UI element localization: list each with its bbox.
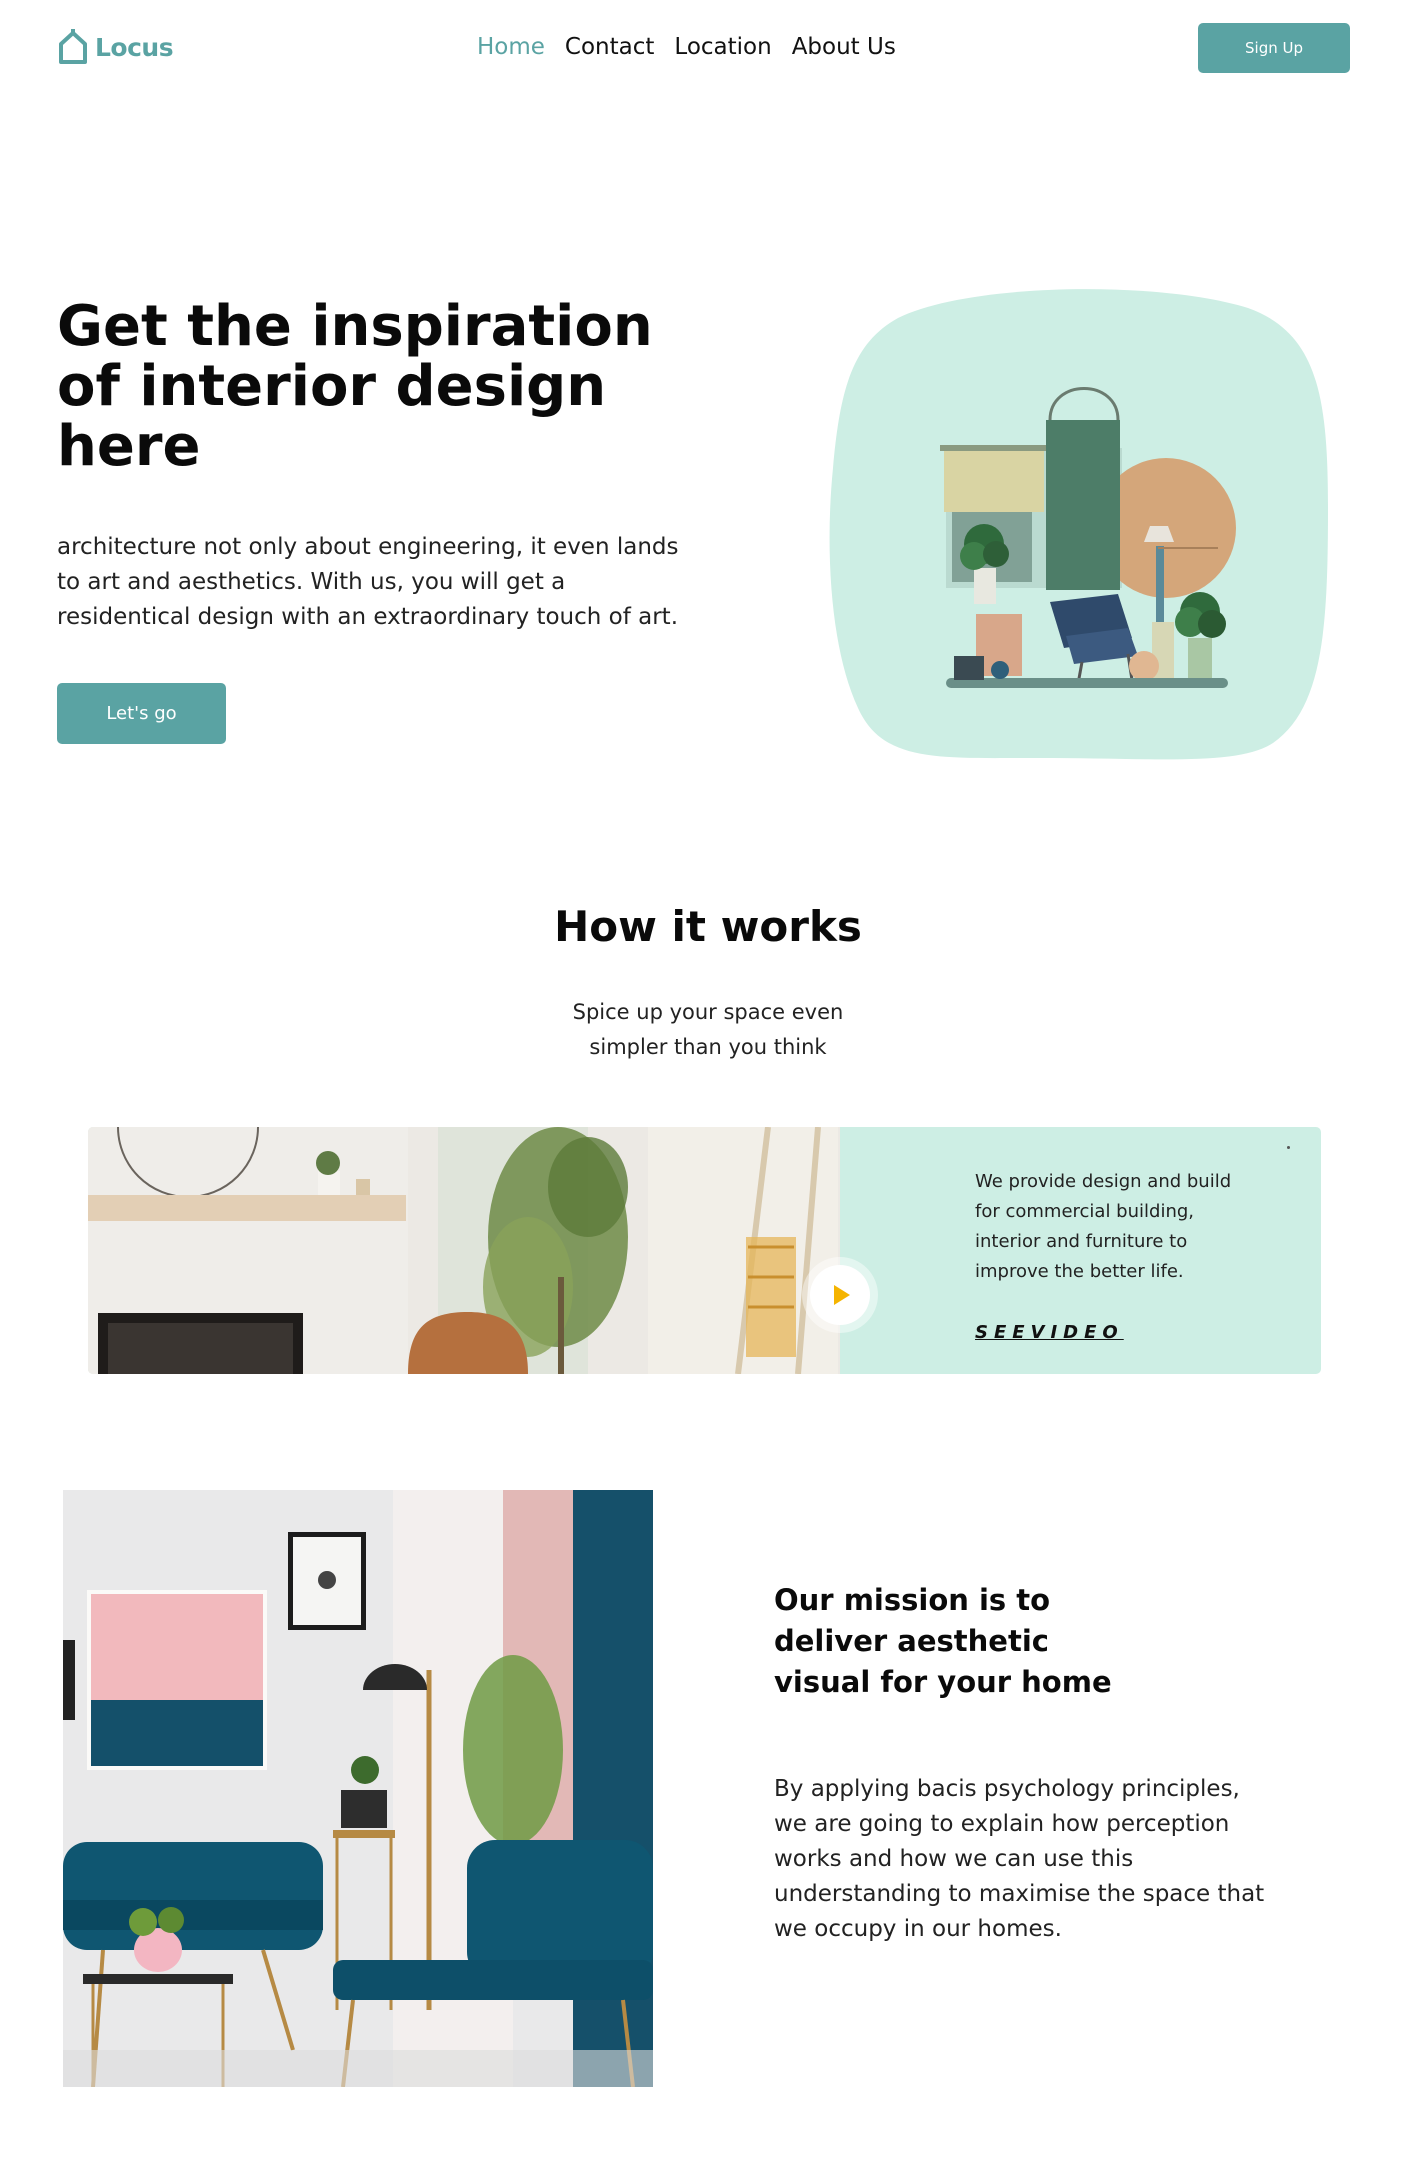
decorative-dot [1287, 1146, 1290, 1149]
sign-up-button[interactable]: Sign Up [1198, 23, 1350, 73]
mission-photo [63, 1490, 653, 2087]
logo[interactable]: Locus [57, 28, 174, 66]
nav-link-contact[interactable]: Contact [565, 34, 654, 60]
section-title-how-it-works: How it works [554, 902, 862, 951]
logo-text: Locus [95, 32, 174, 62]
play-icon [834, 1285, 850, 1305]
nav-link-location[interactable]: Location [674, 34, 771, 60]
section-subtitle: Spice up your space even simpler than yo… [572, 1000, 844, 1059]
hero-title: Get the inspiration of interior design h… [57, 294, 653, 479]
main-menu: Home Contact Location About Us [477, 34, 896, 60]
hero-illustration [829, 289, 1328, 760]
see-video-link[interactable]: SEEVIDEO [975, 1322, 1124, 1343]
living-room-photo [88, 1127, 840, 1374]
lets-go-button[interactable]: Let's go [57, 683, 226, 744]
play-video-button[interactable] [810, 1265, 870, 1325]
house-icon [59, 29, 87, 64]
video-card-description: We provide design and build for commerci… [975, 1171, 1232, 1282]
nav-link-about-us[interactable]: About Us [792, 34, 896, 60]
top-nav: Locus Home Contact Location About Us Sig… [0, 0, 1416, 100]
hero-description: architecture not only about engineering,… [57, 534, 679, 630]
mission-description: By applying bacis psychology principles,… [774, 1776, 1265, 1942]
video-card: We provide design and build for commerci… [88, 1127, 1321, 1374]
mission-title: Our mission is to deliver aesthetic visu… [774, 1583, 1112, 1699]
nav-link-home[interactable]: Home [477, 34, 545, 60]
